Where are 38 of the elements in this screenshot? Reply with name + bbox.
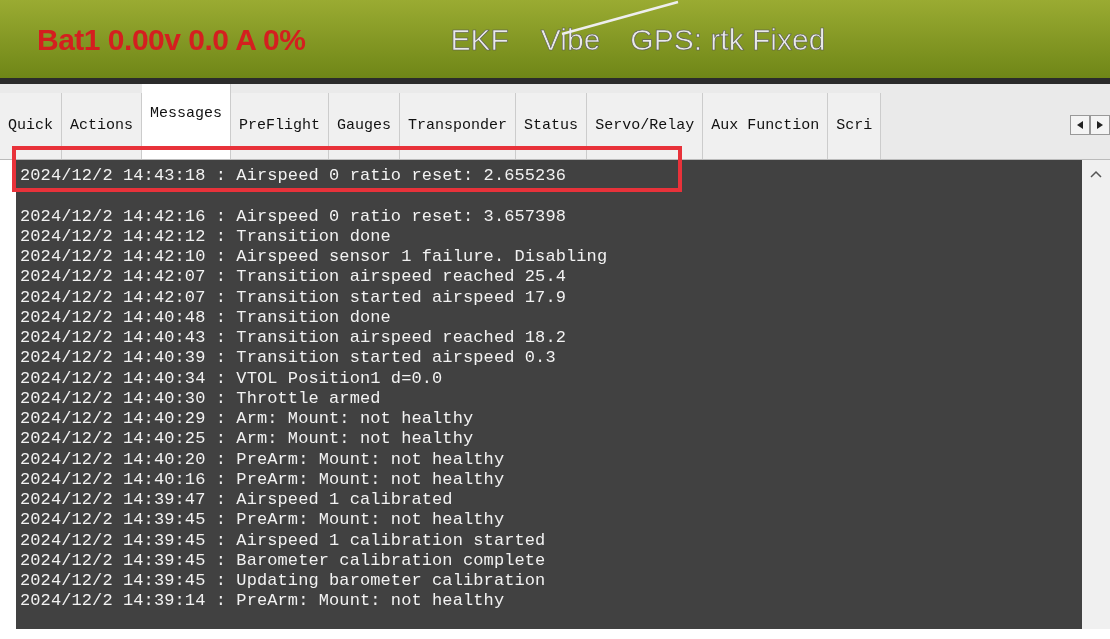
log-line: 2024/12/2 14:40:20 : PreArm: Mount: not healthy xyxy=(20,449,506,470)
battery-status: Bat1 0.00v 0.0 A 0% xyxy=(37,21,306,58)
log-line: 2024/12/2 14:40:34 : VTOL Position1 d=0.0 xyxy=(20,368,444,389)
log-line: 2024/12/2 14:42:07 : Transition airspeed reached 25.4 xyxy=(20,267,567,288)
log-line: 2024/12/2 14:40:16 : PreArm: Mount: not healthy xyxy=(20,469,506,490)
tab[interactable]: Messages xyxy=(142,83,232,159)
left-arrow-icon xyxy=(1077,121,1083,129)
tab[interactable]: Quick xyxy=(0,93,62,159)
log-line: 2024/12/2 14:39:14 : PreArm: Mount: not healthy xyxy=(20,591,506,612)
scroll-up-icon[interactable] xyxy=(1090,170,1102,178)
log-line: 2024/12/2 14:39:45 : Airspeed 1 calibration started xyxy=(20,530,547,551)
scroll-left-button[interactable] xyxy=(1070,115,1090,135)
tab[interactable]: Aux Function xyxy=(703,93,829,159)
log-line: 2024/12/2 14:42:07 : Transition started airspeed 17.9 xyxy=(20,287,567,308)
right-arrow-icon xyxy=(1097,121,1103,129)
tab[interactable]: PreFlight xyxy=(231,93,330,159)
log-line: 2024/12/2 14:42:16 : Airspeed 0 ratio reset: 3.657398 xyxy=(20,206,567,227)
log-line: 2024/12/2 14:40:29 : Arm: Mount: not healthy xyxy=(20,409,475,430)
tab[interactable]: Actions xyxy=(62,93,143,159)
tab[interactable]: Servo/Relay xyxy=(587,93,704,159)
log-line: 2024/12/2 14:42:10 : Airspeed sensor 1 failure. Disabling xyxy=(20,247,609,268)
tab[interactable]: Gauges xyxy=(329,93,401,159)
gps-status: GPS: rtk Fixed xyxy=(630,21,826,58)
scroll-right-button[interactable] xyxy=(1090,115,1110,135)
log-line: 2024/12/2 14:39:45 : PreArm: Mount: not healthy xyxy=(20,510,506,531)
log-line: 2024/12/2 14:42:12 : Transition done xyxy=(20,226,392,247)
log-line: 2024/12/2 14:39:45 : Barometer calibration complete xyxy=(20,550,547,571)
tab[interactable]: Status xyxy=(516,93,588,159)
log-line: 2024/12/2 14:40:30 : Throttle armed xyxy=(20,388,382,409)
log-line: 2024/12/2 14:40:25 : Arm: Mount: not healthy xyxy=(20,429,475,450)
log-line: 2024/12/2 14:40:43 : Transition airspeed reached 18.2 xyxy=(20,328,567,349)
log-line: 2024/12/2 14:39:45 : Updating barometer calibration xyxy=(20,571,547,592)
tab[interactable]: Transponder xyxy=(400,93,517,159)
log-line: 2024/12/2 14:40:48 : Transition done xyxy=(20,307,392,328)
log-line: 2024/12/2 14:43:18 : Airspeed 0 ratio reset: 2.655236 xyxy=(20,166,567,187)
log-line: 2024/12/2 14:40:39 : Transition started airspeed 0.3 xyxy=(20,348,557,369)
tab[interactable]: Scri xyxy=(828,93,882,159)
log-line: 2024/12/2 14:39:47 : Airspeed 1 calibrated xyxy=(20,490,454,511)
